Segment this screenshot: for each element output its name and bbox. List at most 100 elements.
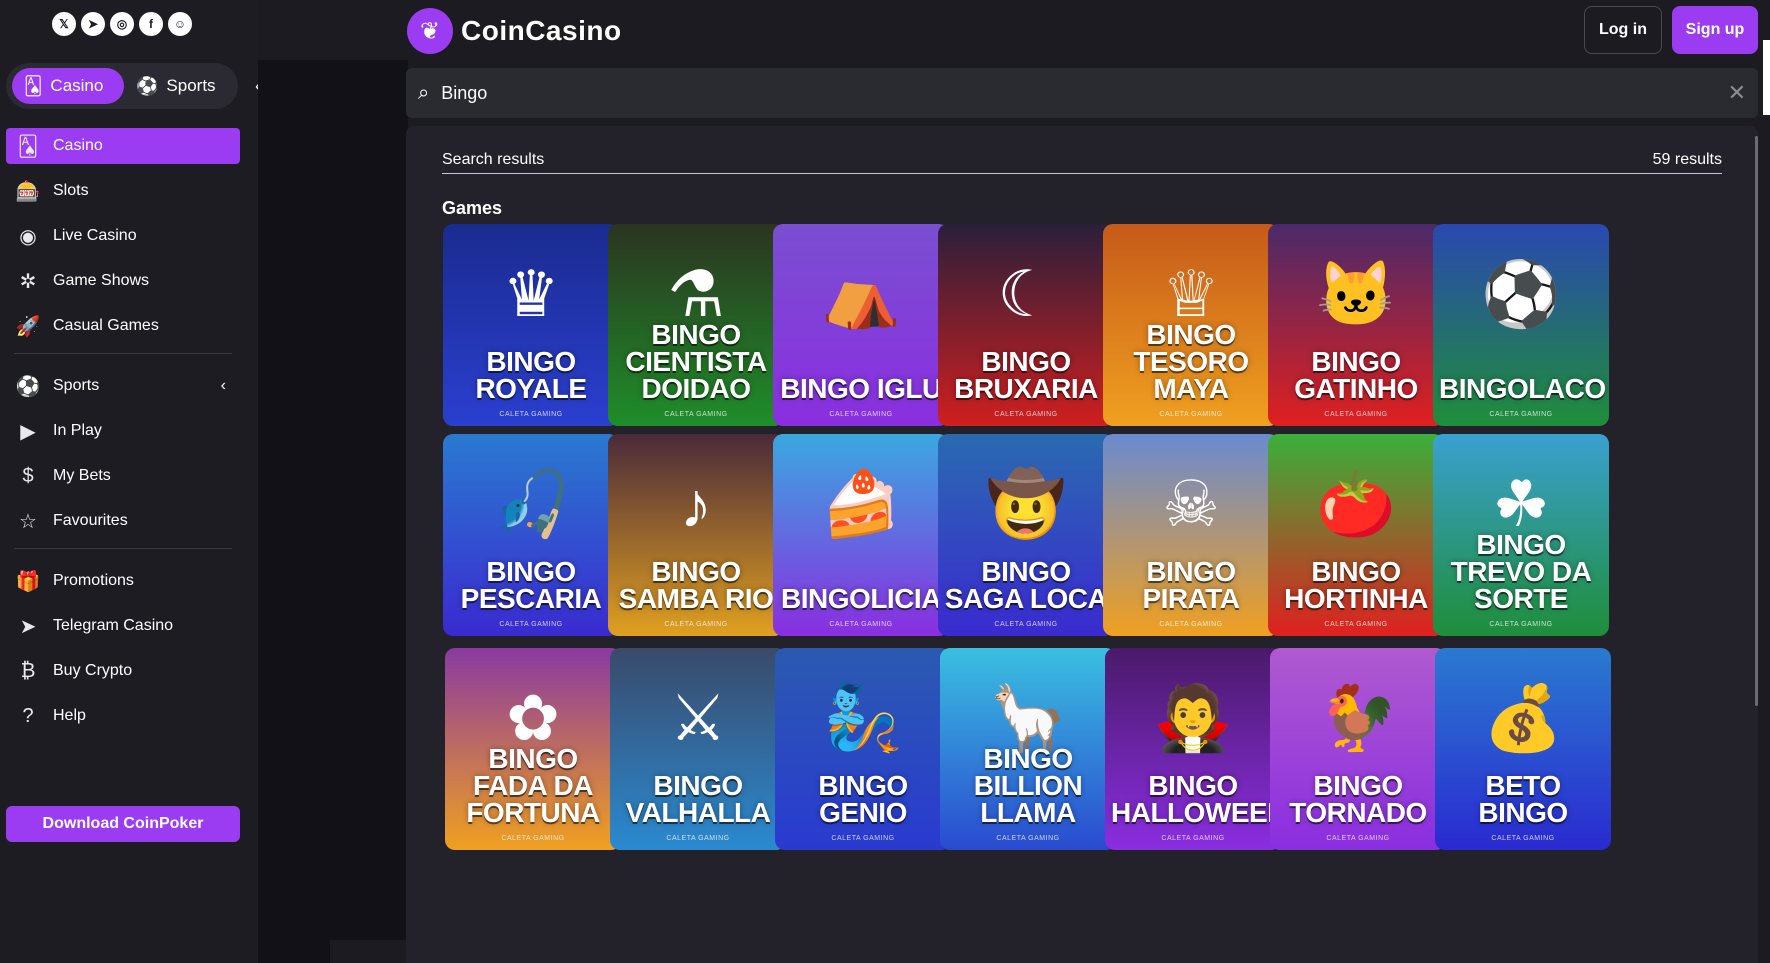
casino-icon: 🂡	[17, 135, 39, 158]
game-tile[interactable]: 🧞 BINGO GENIO CALETA GAMING	[775, 648, 951, 850]
sidebar-item-in-play[interactable]: ▶ In Play	[6, 413, 240, 449]
game-provider: CALETA GAMING	[994, 621, 1058, 628]
sports-mode-button[interactable]: ⚽ Sports	[124, 68, 228, 104]
x-icon[interactable]: 𝕏	[52, 12, 76, 36]
sidebar-item-my-bets[interactable]: $ My Bets	[6, 458, 240, 494]
game-title: BINGO SAMBA RIO	[618, 556, 774, 614]
sidebar-item-promotions[interactable]: 🎁 Promotions	[6, 563, 240, 599]
download-coinpoker-button[interactable]: Download CoinPoker	[6, 806, 240, 842]
signup-button[interactable]: Sign up	[1672, 6, 1758, 54]
game-tile[interactable]: ✿ BINGO FADA DA FORTUNA CALETA GAMING	[445, 648, 621, 850]
sidebar-item-label: Help	[53, 707, 86, 724]
game-provider: CALETA GAMING	[499, 621, 563, 628]
game-artwork: ☠	[1162, 468, 1220, 541]
game-title: BINGO IGLU	[780, 373, 942, 404]
game-title: BINGOLICIA	[781, 583, 941, 614]
game-tile[interactable]: ♪ BINGO SAMBA RIO CALETA GAMING	[608, 434, 784, 636]
game-tile[interactable]: 🧛 BINGO HALLOWEEN CALETA GAMING	[1105, 648, 1281, 850]
sidebar-item-game-shows[interactable]: ✲ Game Shows	[6, 263, 240, 299]
game-tile[interactable]: ♕ BINGO TESORO MAYA CALETA GAMING	[1103, 224, 1279, 426]
game-tile[interactable]: ♛ BINGO ROYALE CALETA GAMING	[443, 224, 619, 426]
game-tile[interactable]: ☾ BINGO BRUXARIA CALETA GAMING	[938, 224, 1114, 426]
game-title: BINGOLACO	[1439, 373, 1606, 404]
casino-nav: 🂡 Casino 🎰 Slots ◉ Live Casino ✲ Game Sh…	[6, 128, 240, 743]
game-artwork: ⚔	[669, 682, 727, 755]
game-tile[interactable]: ☠ BINGO PIRATA CALETA GAMING	[1103, 434, 1279, 636]
results-header: Search results 59 results	[442, 146, 1722, 174]
sidebar-item-buy-crypto[interactable]: ₿ Buy Crypto	[6, 653, 240, 689]
brand-logo[interactable]: ❦ CoinCasino	[407, 8, 622, 54]
casino-icon: 🂡	[24, 75, 43, 96]
page-scrollbar[interactable]	[1763, 40, 1770, 115]
game-provider: CALETA GAMING	[829, 621, 893, 628]
game-provider: CALETA GAMING	[1489, 411, 1553, 418]
game-tile[interactable]: ⛺ BINGO IGLU CALETA GAMING	[773, 224, 949, 426]
sidebar-item-help[interactable]: ? Help	[6, 698, 240, 734]
sidebar-item-favourites[interactable]: ☆ Favourites	[6, 503, 240, 539]
game-artwork: 🐱	[1316, 258, 1396, 331]
sports-mode-label: Sports	[166, 76, 216, 95]
game-title: BINGO ROYALE	[475, 346, 587, 404]
search-input[interactable]	[441, 82, 1728, 104]
sidebar-item-telegram-casino[interactable]: ➤ Telegram Casino	[6, 608, 240, 644]
sidebar-item-label: Telegram Casino	[53, 617, 174, 634]
game-provider: CALETA GAMING	[1159, 411, 1223, 418]
game-provider: CALETA GAMING	[1159, 621, 1223, 628]
games-section-title: Games	[442, 198, 503, 218]
chevron-left-icon[interactable]: ‹	[221, 377, 226, 395]
game-title: BINGO SAGA LOCA	[944, 556, 1108, 614]
sidebar-item-label: In Play	[53, 422, 102, 439]
sidebar-item-label: Promotions	[53, 572, 134, 589]
discord-icon[interactable]: ☺	[168, 12, 192, 36]
game-provider: CALETA GAMING	[499, 411, 563, 418]
sidebar-item-live-casino[interactable]: ◉ Live Casino	[6, 218, 240, 254]
divider	[14, 353, 232, 354]
facebook-icon[interactable]: f	[139, 12, 163, 36]
game-tile[interactable]: ⚗ BINGO CIENTISTA DOIDAO CALETA GAMING	[608, 224, 784, 426]
telegram-icon: ➤	[19, 615, 37, 638]
brand-name: CoinCasino	[461, 15, 622, 46]
game-tile[interactable]: ⚽ BINGOLACO CALETA GAMING	[1433, 224, 1609, 426]
casino-mode-button[interactable]: 🂡 Casino	[12, 68, 124, 104]
game-tile[interactable]: 💰 BETO BINGO CALETA GAMING	[1435, 648, 1611, 850]
close-icon[interactable]: ✕	[1728, 80, 1746, 106]
sidebar-item-label: Game Shows	[53, 272, 150, 289]
rocket-icon: 🚀	[15, 315, 41, 338]
game-artwork: 🎣	[491, 468, 571, 541]
game-tile[interactable]: 🐓 BINGO TORNADO CALETA GAMING	[1270, 648, 1446, 850]
game-provider: CALETA GAMING	[829, 411, 893, 418]
sidebar-item-slots[interactable]: 🎰 Slots	[6, 173, 240, 209]
game-title: BINGO PIRATA	[1142, 556, 1240, 614]
game-provider: CALETA GAMING	[1326, 835, 1390, 842]
game-tile[interactable]: 🎣 BINGO PESCARIA CALETA GAMING	[443, 434, 619, 636]
game-tile[interactable]: 🍰 BINGOLICIA CALETA GAMING	[773, 434, 949, 636]
game-tile[interactable]: 🍅 BINGO HORTINHA CALETA GAMING	[1268, 434, 1444, 636]
star-icon: ☆	[19, 510, 37, 533]
game-title: BINGO CIENTISTA DOIDAO	[625, 319, 767, 404]
game-artwork: ⛺	[821, 258, 901, 331]
game-tile[interactable]: 🤠 BINGO SAGA LOCA CALETA GAMING	[938, 434, 1114, 636]
bets-icon: $	[22, 464, 34, 487]
sidebar-item-casual-games[interactable]: 🚀 Casual Games	[6, 308, 240, 344]
login-button[interactable]: Log in	[1584, 6, 1662, 54]
casino-mode-label: Casino	[50, 76, 104, 95]
sidebar-item-label: My Bets	[53, 467, 111, 484]
game-provider: CALETA GAMING	[1491, 835, 1555, 842]
sidebar-item-sports[interactable]: ⚽ Sports ‹	[6, 368, 240, 404]
sidebar-item-label: Casual Games	[53, 317, 159, 334]
instagram-icon[interactable]: ◎	[110, 12, 134, 36]
game-tile[interactable]: 🦙 BINGO BILLION LLAMA CALETA GAMING	[940, 648, 1116, 850]
telegram-icon[interactable]: ➤	[81, 12, 105, 36]
sidebar: 𝕏 ➤ ◎ f ☺ 🂡 Casino ⚽ Sports 🂡 Casino 🎰 S…	[0, 0, 258, 963]
game-tile[interactable]: 🐱 BINGO GATINHO CALETA GAMING	[1268, 224, 1444, 426]
results-scrollbar[interactable]	[1755, 136, 1758, 706]
game-provider: CALETA GAMING	[1161, 835, 1225, 842]
sidebar-item-casino[interactable]: 🂡 Casino	[6, 128, 240, 164]
game-tile[interactable]: ⚔ BINGO VALHALLA CALETA GAMING	[610, 648, 786, 850]
divider	[14, 548, 232, 549]
search-bar: ⌕ ✕	[406, 68, 1758, 118]
game-provider: CALETA GAMING	[1324, 621, 1388, 628]
bitcoin-icon: ₿	[20, 659, 36, 682]
game-tile[interactable]: ☘ BINGO TREVO DA SORTE CALETA GAMING	[1433, 434, 1609, 636]
game-provider: CALETA GAMING	[831, 835, 895, 842]
